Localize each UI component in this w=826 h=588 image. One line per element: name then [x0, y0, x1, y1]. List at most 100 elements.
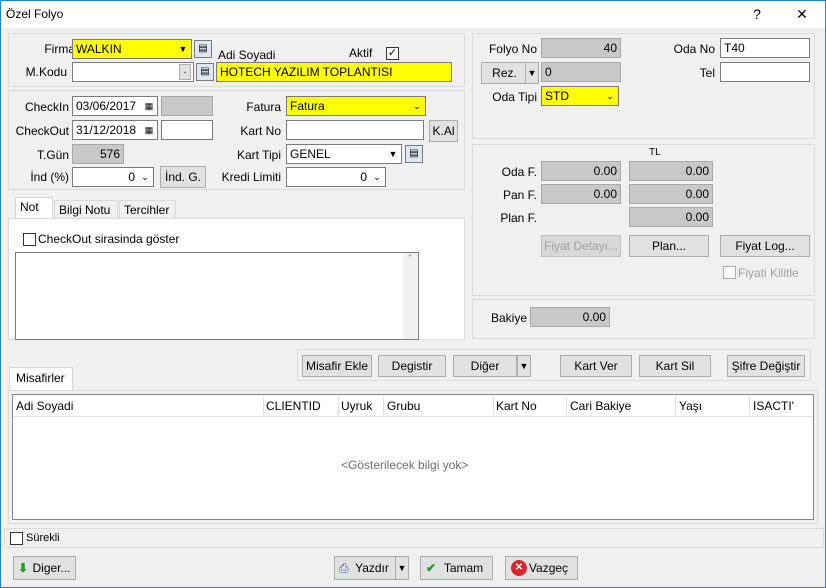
- kredilimiti-label: Kredi Limiti: [221, 170, 281, 184]
- tel-input[interactable]: [720, 62, 810, 82]
- kal-button[interactable]: K.Al: [429, 120, 458, 142]
- mkodu-dot-button[interactable]: .: [179, 64, 191, 80]
- odatipi-select[interactable]: STD ⌄: [541, 86, 619, 106]
- guests-grid-header: Adi Soyadi CLIENTID Uyruk Grubu Kart No …: [13, 395, 813, 417]
- plan-button[interactable]: Plan...: [629, 235, 709, 257]
- guests-grid[interactable]: Adi Soyadi CLIENTID Uyruk Grubu Kart No …: [12, 394, 814, 520]
- aktif-checkbox[interactable]: ✓: [386, 47, 399, 60]
- fiyati-kilitle-label: Fiyati Kilitle: [738, 266, 799, 280]
- planf-value: 0.00: [629, 207, 713, 227]
- odaf-value-2: 0.00: [629, 161, 713, 181]
- bakiye-label: Bakiye: [490, 311, 527, 325]
- title-bar: Özel Folyo ? ✕: [1, 1, 825, 28]
- odaf-value-1: 0.00: [541, 161, 621, 181]
- chevron-down-icon: ⌄: [141, 172, 149, 182]
- bakiye-value: 0.00: [530, 307, 610, 327]
- close-button[interactable]: ✕: [791, 4, 813, 24]
- kart-sil-button[interactable]: Kart Sil: [639, 355, 711, 377]
- fiyati-kilitle-checkbox[interactable]: [723, 266, 736, 279]
- col-uyruk[interactable]: Uyruk: [341, 399, 372, 413]
- checkout-time-input[interactable]: [161, 120, 213, 140]
- rez-value: 0: [541, 62, 621, 82]
- diger-footer-button[interactable]: ⬇ Diger...: [13, 556, 76, 580]
- scrollbar[interactable]: ⌃: [403, 253, 417, 339]
- odaf-label: Oda F.: [501, 165, 537, 179]
- mkodu-input[interactable]: .: [72, 62, 194, 82]
- sifre-degistir-button[interactable]: Şifre Değiştir: [727, 355, 805, 377]
- odatipi-label: Oda Tipi: [492, 90, 537, 104]
- checkout-date-input[interactable]: 31/12/2018 ▦: [72, 120, 158, 140]
- folyono-value: 40: [541, 38, 621, 58]
- misafir-ekle-button[interactable]: Misafir Ekle: [302, 355, 372, 377]
- print-icon: ⎙: [339, 561, 349, 575]
- kartno-input[interactable]: [286, 120, 424, 140]
- tgun-label: T.Gün: [36, 148, 69, 162]
- surekli-checkbox[interactable]: [10, 532, 23, 545]
- degistir-button[interactable]: Degistir: [378, 355, 446, 377]
- checkin-date-input[interactable]: 03/06/2017 ▦: [72, 96, 158, 116]
- col-adi-soyadi[interactable]: Adi Soyadi: [16, 399, 73, 413]
- firma-select[interactable]: WALKIN ▼: [72, 39, 192, 59]
- adi-soyadi-input[interactable]: HOTECH YAZILIM TOPLANTISI: [216, 62, 452, 82]
- calendar-icon[interactable]: ▦: [142, 98, 156, 114]
- checkin-label: CheckIn: [24, 100, 69, 114]
- rez-dropdown-icon[interactable]: ▼: [525, 62, 539, 84]
- rez-button[interactable]: Rez.: [481, 62, 528, 84]
- checkout-show-label: CheckOut sirasinda göster: [38, 232, 180, 246]
- fatura-label: Fatura: [246, 100, 281, 114]
- folio-panel: Folyo No 40 Oda No T40 Rez. ▼ 0 Tel Oda …: [472, 33, 815, 139]
- help-button[interactable]: ?: [746, 4, 768, 24]
- col-clientid[interactable]: CLIENTID: [266, 399, 321, 413]
- guests-panel: Adi Soyadi CLIENTID Uyruk Grubu Kart No …: [8, 390, 818, 524]
- yazdir-button[interactable]: ⎙ Yazdır: [334, 556, 396, 580]
- diger-action-button[interactable]: Diğer: [453, 355, 517, 377]
- ind-g-button[interactable]: İnd. G.: [160, 166, 206, 188]
- mkodu-lookup-icon[interactable]: ▤: [196, 63, 214, 81]
- panf-value-2: 0.00: [629, 184, 713, 204]
- window-title: Özel Folyo: [6, 7, 64, 21]
- ind-select[interactable]: 0 ⌄: [72, 167, 154, 187]
- karttipi-lookup-icon[interactable]: ▤: [405, 145, 423, 163]
- col-cari-bakiye[interactable]: Cari Bakiye: [570, 399, 631, 413]
- yazdir-dropdown-icon[interactable]: ▼: [395, 556, 409, 580]
- odano-input[interactable]: T40: [720, 38, 810, 58]
- arrow-down-icon: ⬇: [18, 561, 29, 575]
- planf-label: Plan F.: [500, 211, 537, 225]
- tab-bilgi-notu[interactable]: Bilgi Notu: [54, 200, 118, 220]
- kart-ver-button[interactable]: Kart Ver: [560, 355, 632, 377]
- tamam-button[interactable]: ✔ Tamam: [420, 556, 493, 580]
- folyono-label: Folyo No: [488, 42, 537, 56]
- panf-value-1: 0.00: [541, 184, 621, 204]
- diger-dropdown-icon[interactable]: ▼: [517, 355, 531, 377]
- fiyat-log-button[interactable]: Fiyat Log...: [720, 235, 810, 257]
- surekli-bar: Sürekli: [4, 528, 824, 548]
- panf-label: Pan F.: [502, 188, 537, 202]
- not-textarea[interactable]: ⌃: [15, 252, 419, 340]
- mkodu-label: M.Kodu: [25, 65, 67, 79]
- karttipi-select[interactable]: GENEL ▼: [286, 144, 402, 164]
- calendar-icon[interactable]: ▦: [142, 122, 156, 138]
- tab-not[interactable]: Not: [15, 197, 53, 219]
- tab-tercihler[interactable]: Tercihler: [119, 200, 176, 220]
- company-panel: Firma WALKIN ▼ ▤ Adi Soyadi Aktif ✓ M.Kod…: [8, 33, 465, 87]
- chevron-down-icon: ⌄: [373, 172, 381, 182]
- firma-label: Firma: [44, 42, 75, 56]
- col-yasi[interactable]: Yaşı: [679, 399, 702, 413]
- fatura-select[interactable]: Fatura ⌄: [286, 96, 426, 116]
- col-kart-no[interactable]: Kart No: [496, 399, 537, 413]
- empty-grid-text: <Gösterilecek bilgi yok>: [341, 458, 469, 472]
- kartno-label: Kart No: [240, 124, 281, 138]
- price-panel: TL Oda F. 0.00 0.00 Pan F. 0.00 0.00 Pla…: [472, 144, 815, 296]
- chevron-down-icon: ⌄: [606, 91, 614, 101]
- tab-misafirler[interactable]: Misafirler: [9, 367, 73, 391]
- firma-lookup-icon[interactable]: ▤: [194, 40, 212, 58]
- kredilimiti-select[interactable]: 0 ⌄: [286, 167, 386, 187]
- tel-label: Tel: [699, 66, 715, 80]
- fiyat-detayi-button[interactable]: Fiyat Detayı...: [541, 235, 621, 257]
- checkout-show-checkbox[interactable]: [23, 233, 36, 246]
- col-isactive[interactable]: ISACTI': [753, 399, 794, 413]
- vazgec-button[interactable]: ✕ Vazgeç: [505, 556, 578, 580]
- checkout-label: CheckOut: [15, 124, 69, 138]
- chevron-down-icon: ▼: [388, 149, 398, 159]
- col-grubu[interactable]: Grubu: [387, 399, 420, 413]
